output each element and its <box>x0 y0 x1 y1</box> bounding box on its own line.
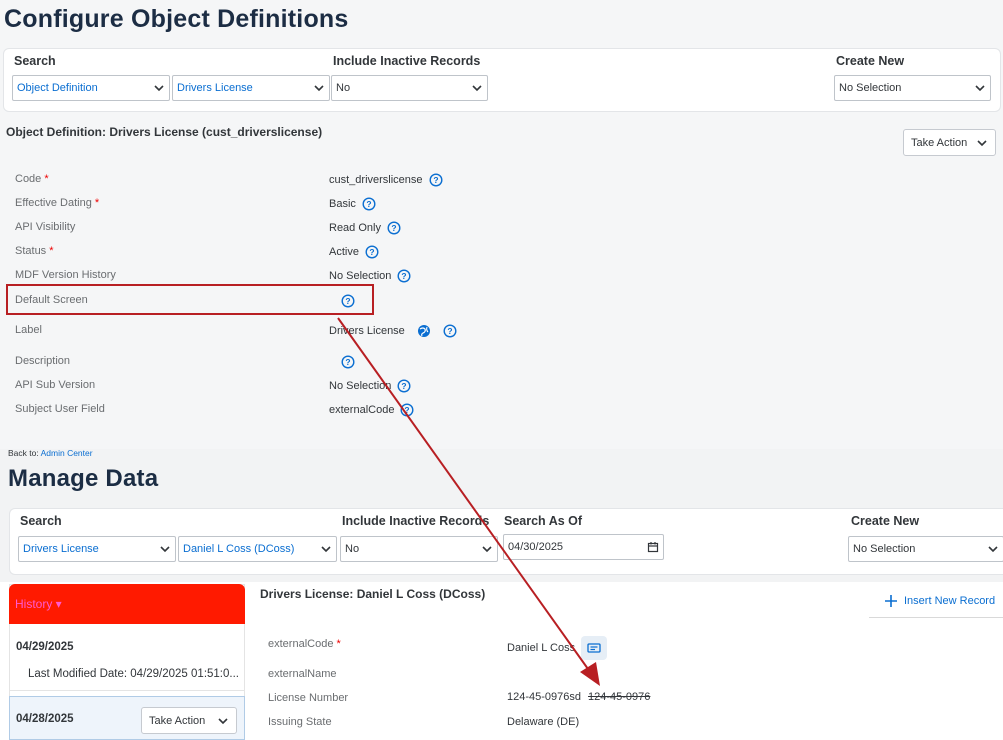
annotation-arrow <box>337 317 600 686</box>
